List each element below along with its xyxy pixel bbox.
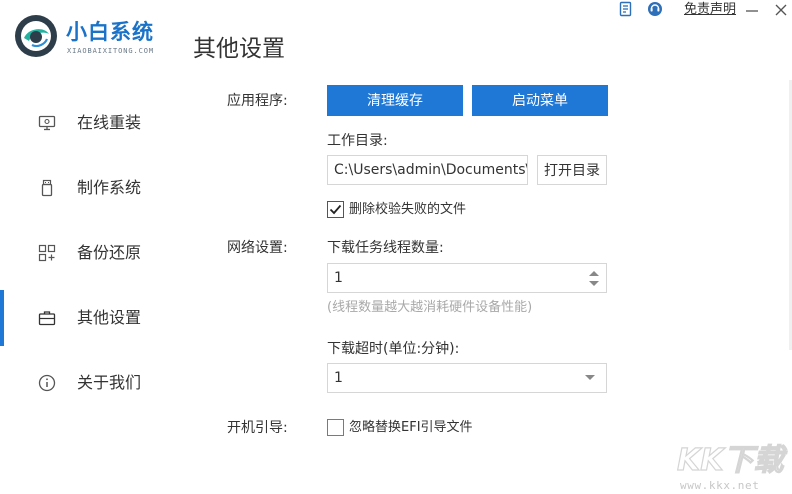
support-chat-icon[interactable] bbox=[647, 1, 663, 17]
sidebar-item-about-us[interactable]: 关于我们 bbox=[0, 353, 200, 413]
network-section-label: 网络设置: bbox=[227, 240, 288, 256]
sidebar-item-other-settings[interactable]: 其他设置 bbox=[0, 288, 200, 348]
kk-watermark-logo: KK下载 bbox=[676, 442, 788, 476]
threads-value: 1 bbox=[334, 270, 343, 286]
threads-hint: (线程数量越大越消耗硬件设备性能) bbox=[327, 300, 533, 315]
sidebar-item-label: 制作系统 bbox=[77, 178, 142, 197]
main-window: 免责声明 小白系统 XIAOBAIXITONG.COM 其他设置 在线重装 制作… bbox=[0, 0, 792, 494]
stepper-up-icon[interactable] bbox=[589, 271, 599, 276]
ignore-efi-checkbox[interactable] bbox=[327, 419, 344, 436]
stepper-down-icon[interactable] bbox=[589, 281, 599, 286]
sidebar-item-label: 在线重装 bbox=[77, 113, 142, 132]
delete-failed-checkbox[interactable] bbox=[327, 201, 344, 218]
sidebar-item-label: 备份还原 bbox=[77, 243, 142, 262]
sidebar-item-backup-restore[interactable]: 备份还原 bbox=[0, 223, 200, 283]
delete-failed-label: 删除校验失败的文件 bbox=[349, 202, 467, 217]
active-indicator bbox=[0, 290, 4, 346]
timeout-select[interactable]: 1 bbox=[327, 363, 607, 393]
open-dir-button[interactable]: 打开目录 bbox=[537, 155, 607, 185]
clear-cache-button[interactable]: 清理缓存 bbox=[327, 85, 463, 116]
timeout-value: 1 bbox=[334, 370, 343, 386]
backup-grid-icon bbox=[38, 244, 56, 262]
sidebar: 在线重装 制作系统 备份还原 其他设置 关于我们 bbox=[0, 88, 200, 418]
info-icon bbox=[38, 374, 56, 392]
threads-stepper[interactable]: 1 bbox=[327, 263, 607, 293]
watermark-url: www.kkx.net bbox=[680, 479, 760, 492]
sidebar-item-label: 关于我们 bbox=[77, 373, 142, 392]
threads-label: 下载任务线程数量: bbox=[327, 240, 444, 256]
usb-drive-icon bbox=[41, 179, 53, 197]
app-subtitle: XIAOBAIXITONG.COM bbox=[67, 47, 154, 55]
startup-menu-button[interactable]: 启动菜单 bbox=[472, 85, 608, 116]
monitor-icon bbox=[38, 115, 56, 131]
watermark-logo-text: KK下载 bbox=[677, 443, 787, 476]
app-logo-icon bbox=[15, 15, 57, 57]
sidebar-item-label: 其他设置 bbox=[77, 308, 142, 327]
app-name: 小白系统 bbox=[66, 20, 154, 44]
workdir-label: 工作目录: bbox=[327, 133, 388, 149]
minimize-button[interactable] bbox=[744, 2, 760, 18]
close-button[interactable] bbox=[773, 2, 789, 18]
chevron-down-icon bbox=[585, 375, 595, 380]
briefcase-icon bbox=[38, 311, 56, 326]
checkmark-icon bbox=[329, 204, 342, 215]
app-section-label: 应用程序: bbox=[227, 93, 288, 109]
sidebar-item-make-system[interactable]: 制作系统 bbox=[0, 158, 200, 218]
page-title: 其他设置 bbox=[193, 36, 285, 62]
sidebar-item-online-reinstall[interactable]: 在线重装 bbox=[0, 93, 200, 153]
ignore-efi-label: 忽略替换EFI引导文件 bbox=[349, 420, 473, 435]
disclaimer-link[interactable]: 免责声明 bbox=[684, 0, 736, 20]
workdir-input[interactable]: C:\Users\admin\Documents\Xia bbox=[327, 155, 528, 185]
timeout-label: 下载超时(单位:分钟): bbox=[327, 341, 460, 357]
boot-section-label: 开机引导: bbox=[227, 420, 288, 436]
feedback-doc-icon[interactable] bbox=[618, 1, 634, 17]
